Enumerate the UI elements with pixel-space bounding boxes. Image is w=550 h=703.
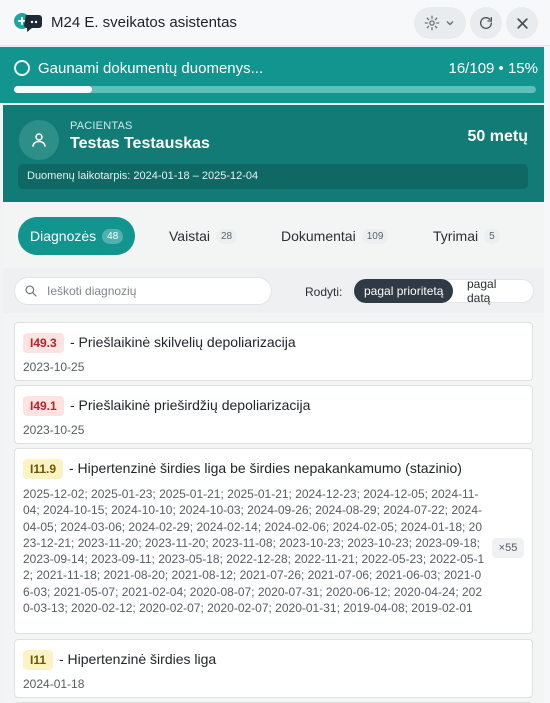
occurrence-count: ×55 [492, 538, 524, 558]
progress-bar [14, 86, 536, 93]
settings-button[interactable] [414, 7, 466, 39]
tab-label: Diagnozės [30, 228, 97, 244]
loading-spinner-icon [14, 60, 30, 76]
data-period: Duomenų laikotarpis: 2024-01-18 – 2025-1… [18, 164, 528, 189]
list-item[interactable]: I11.9 - Hipertenzinė širdies liga be šir… [14, 448, 533, 634]
loading-text: Gaunami dokumentų duomenys... [38, 60, 264, 77]
data-period-text: Duomenų laikotarpis: 2024-01-18 – 2025-1… [27, 170, 259, 182]
tab-label: Dokumentai [281, 228, 356, 244]
diagnosis-code: I11.9 [23, 459, 64, 479]
diagnosis-dates: 2025-12-02; 2025-01-23; 2025-01-21; 2025… [23, 487, 485, 616]
tab-documents[interactable]: Dokumentai 109 [269, 217, 400, 255]
diagnosis-date: 2023-10-25 [23, 360, 85, 374]
user-icon [32, 133, 46, 147]
tab-count: 5 [484, 228, 500, 244]
gear-icon [424, 15, 440, 31]
tab-count: 48 [102, 228, 124, 244]
diagnosis-name: - Hipertenzinė širdies liga be širdies n… [69, 460, 462, 476]
search-input[interactable] [47, 284, 257, 298]
scrollbar[interactable] [544, 47, 550, 703]
patient-label: PACIENTAS [70, 120, 133, 132]
search-icon [25, 285, 37, 297]
sort-by-priority-button[interactable]: pagal prioritetą [354, 279, 454, 303]
tab-count: 109 [361, 228, 389, 244]
tab-label: Vaistai [169, 228, 210, 244]
diagnosis-list: I49.3 - Priešlaikinė skilvelių depoliari… [3, 313, 544, 703]
tab-medications[interactable]: Vaistai 28 [157, 217, 249, 255]
diagnosis-date: 2023-10-25 [23, 423, 85, 437]
sort-toggle: pagal prioritetą pagal datą [352, 277, 534, 305]
diagnosis-name: - Priešlaikinė skilvelių depoliarizacija [70, 334, 296, 350]
close-icon [516, 17, 528, 29]
close-button[interactable] [506, 7, 538, 39]
list-item[interactable]: I49.1 - Priešlaikinė prieširdžių depolia… [14, 385, 533, 444]
refresh-icon [480, 17, 492, 29]
diagnosis-code: I49.3 [23, 333, 64, 353]
diagnosis-code: I49.1 [23, 396, 64, 416]
diagnosis-name: - Hipertenzinė širdies liga [59, 651, 217, 667]
refresh-button[interactable] [470, 7, 502, 39]
diagnosis-date: 2024-01-18 [23, 677, 85, 691]
diagnosis-name: - Priešlaikinė prieširdžių depoliarizaci… [70, 397, 311, 413]
chevron-down-icon [446, 20, 454, 26]
tab-diagnoses[interactable]: Diagnozės 48 [18, 217, 136, 255]
title-bar: M24 E. sveikatos asistentas [0, 0, 550, 46]
tab-label: Tyrimai [433, 228, 479, 244]
patient-card: PACIENTAS Testas Testauskas 50 metų Duom… [3, 105, 544, 202]
app-title: M24 E. sveikatos asistentas [51, 14, 237, 31]
list-item[interactable]: I11 - Hipertenzinė širdies liga 2024-01-… [14, 639, 533, 698]
search-box[interactable] [14, 277, 272, 305]
patient-name: Testas Testauskas [70, 135, 210, 152]
diagnosis-code: I11 [23, 650, 54, 670]
loading-count: 16/109 • 15% [448, 60, 539, 77]
progress-bar-fill [14, 86, 93, 93]
avatar [19, 120, 59, 160]
tab-count: 28 [215, 228, 238, 244]
sort-label: Rodyti: [305, 285, 343, 299]
list-item[interactable]: I49.3 - Priešlaikinė skilvelių depoliari… [14, 322, 533, 381]
tab-bar: Diagnozės 48 Vaistai 28 Dokumentai 109 T… [3, 205, 544, 268]
sort-by-date-button[interactable]: pagal datą [457, 277, 533, 305]
patient-age: 50 metų [467, 128, 528, 145]
tab-tests[interactable]: Tyrimai 5 [421, 217, 512, 255]
medical-chat-icon [14, 13, 42, 32]
list-toolbar: Rodyti: pagal prioritetą pagal datą [3, 268, 544, 313]
